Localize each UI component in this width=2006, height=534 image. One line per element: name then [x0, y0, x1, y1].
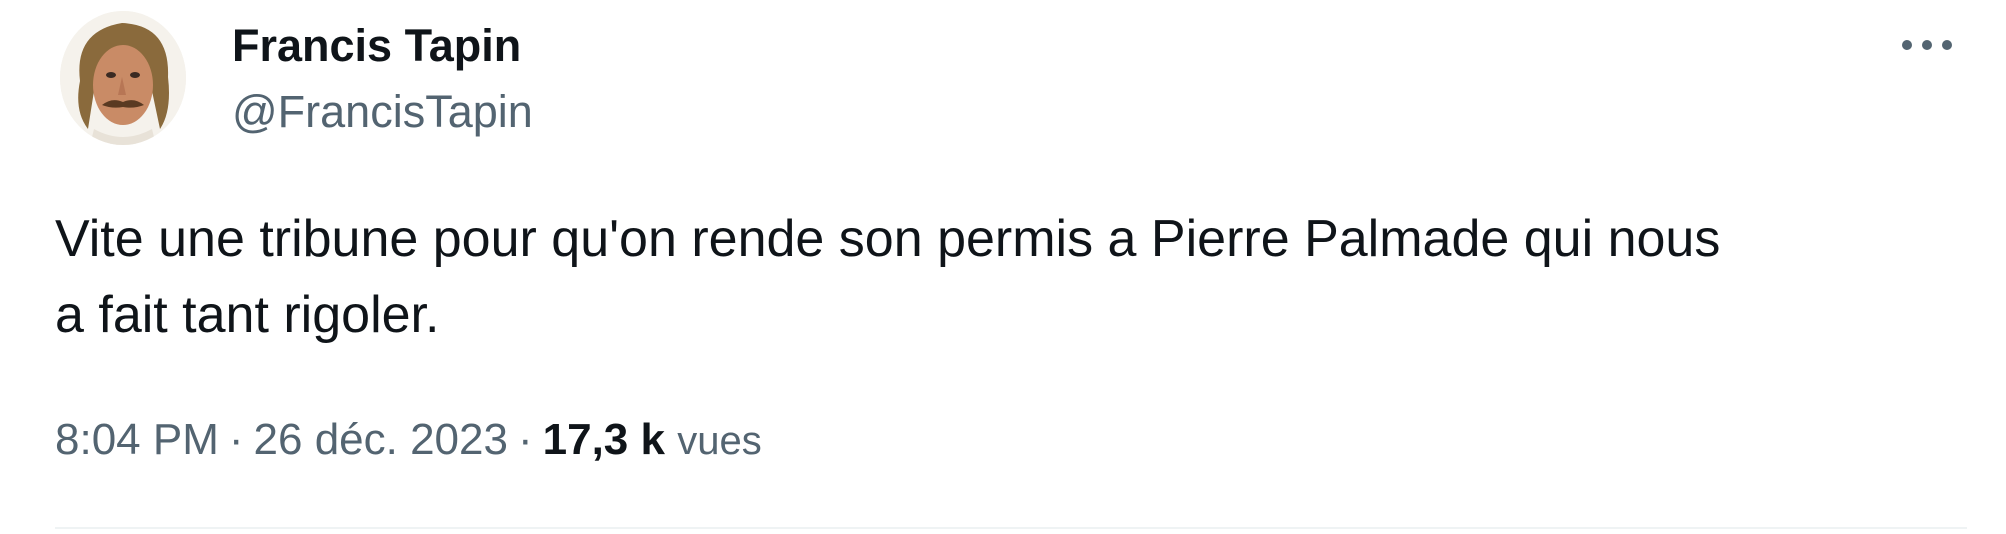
tweet-text: Vite une tribune pour qu'on rende son pe…: [55, 210, 1721, 344]
meta-separator: ·: [228, 415, 244, 464]
more-horizontal-icon: [1902, 40, 1952, 50]
tweet-date[interactable]: 26 déc. 2023: [254, 415, 508, 464]
views-count: 17,3 k: [542, 415, 665, 464]
more-options-button[interactable]: [1892, 20, 1962, 70]
avatar-image: [60, 11, 186, 145]
views-label: vues: [677, 419, 762, 463]
divider: [55, 527, 1967, 529]
avatar[interactable]: [60, 11, 186, 145]
author-display-name[interactable]: Francis Tapin: [232, 20, 521, 72]
tweet-time[interactable]: 8:04 PM: [55, 415, 219, 464]
tweet-card: Francis Tapin @FrancisTapin Vite une tri…: [0, 0, 2006, 534]
author-handle[interactable]: @FrancisTapin: [232, 86, 533, 138]
tweet-meta: 8:04 PM · 26 déc. 2023 · 17,3 k vues: [55, 410, 762, 471]
meta-separator: ·: [517, 415, 533, 464]
